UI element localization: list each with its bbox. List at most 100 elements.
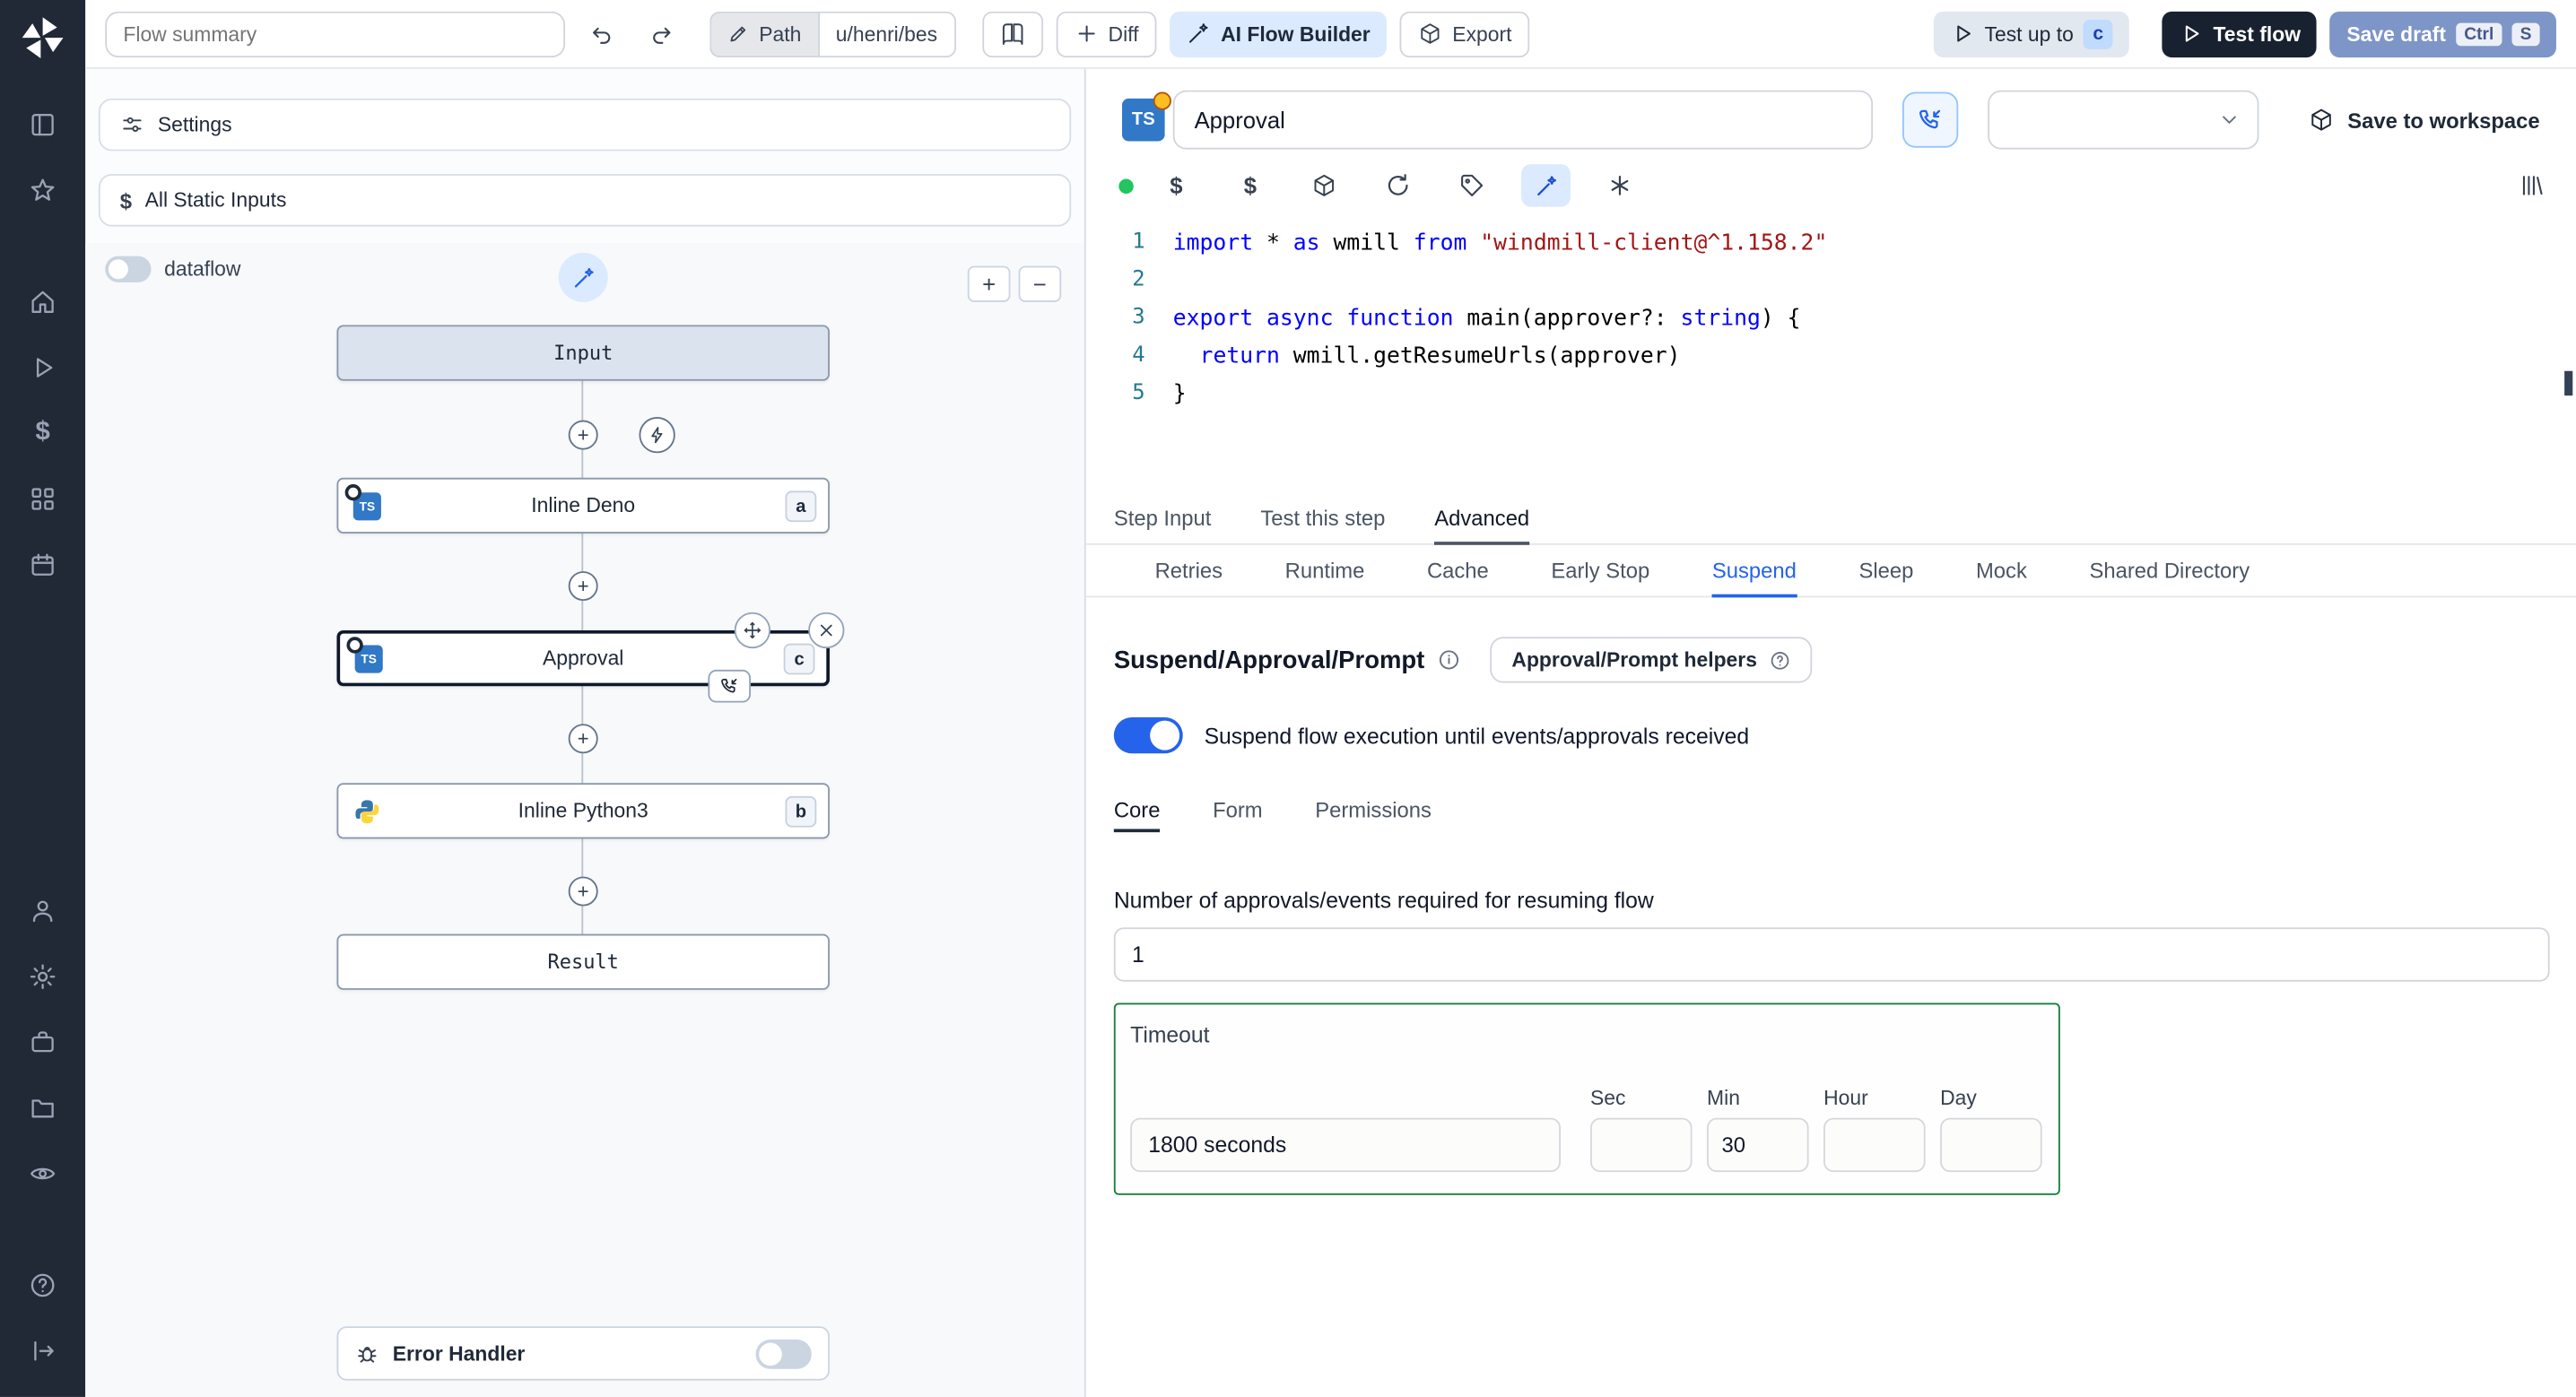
flow-node-result[interactable]: Result — [336, 933, 830, 990]
error-handler-toggle[interactable] — [755, 1338, 812, 1368]
timeout-seconds-input[interactable] — [1130, 1117, 1562, 1173]
zoom-out-button[interactable]: − — [1018, 265, 1062, 302]
node-label: Inline Python3 — [518, 799, 648, 823]
diff-button[interactable]: Diff — [1055, 10, 1157, 57]
editor-scroll-indicator[interactable] — [2564, 370, 2573, 396]
info-icon[interactable] — [1438, 648, 1461, 672]
tab-advanced[interactable]: Advanced — [1434, 492, 1530, 545]
approval-prompt-helpers-button[interactable]: Approval/Prompt helpers — [1490, 637, 1812, 683]
sidebar-user-icon[interactable] — [0, 878, 85, 943]
trigger-bolt-button[interactable] — [639, 416, 675, 454]
suspend-toggle[interactable] — [1113, 717, 1183, 754]
flow-settings-button[interactable]: Settings — [98, 98, 1072, 152]
package-icon[interactable] — [1310, 170, 1339, 200]
sidebar-star-icon[interactable] — [0, 158, 85, 223]
timeout-hour-input[interactable] — [1823, 1117, 1926, 1173]
sidebar-runs-icon[interactable] — [0, 334, 85, 400]
timeout-day-input[interactable] — [1940, 1117, 2042, 1173]
insert-step-button-2[interactable]: + — [568, 571, 598, 602]
zoom-in-button[interactable]: + — [967, 265, 1011, 302]
timeout-min-input[interactable] — [1707, 1117, 1809, 1173]
tag-select-dropdown[interactable] — [1988, 90, 2259, 150]
flow-node-inline-python3[interactable]: Inline Python3 b — [336, 783, 830, 839]
asterisk-icon[interactable] — [1605, 170, 1634, 200]
redo-button[interactable] — [638, 11, 683, 56]
sidebar-resources-icon[interactable] — [0, 466, 85, 532]
spinner-badge-icon — [344, 484, 361, 501]
undo-button[interactable] — [579, 11, 624, 56]
test-up-to-button[interactable]: Test up to c — [1933, 10, 2130, 57]
insert-step-button-3[interactable]: + — [568, 724, 598, 754]
variable-picker-icon[interactable]: $ — [1162, 170, 1191, 200]
tab-shared-directory[interactable]: Shared Directory — [2089, 545, 2250, 598]
node-id-badge: b — [785, 795, 817, 828]
tab-sleep[interactable]: Sleep — [1858, 545, 1913, 598]
sidebar-home-icon[interactable] — [0, 269, 85, 334]
delete-node-button[interactable] — [808, 612, 845, 649]
insert-step-button-4[interactable]: + — [568, 876, 598, 907]
save-to-workspace-button[interactable]: Save to workspace — [2308, 107, 2540, 133]
plus-icon — [1077, 25, 1094, 42]
error-handler-row[interactable]: Error Handler — [336, 1326, 830, 1381]
tab-mock[interactable]: Mock — [1976, 545, 2027, 598]
reload-icon[interactable] — [1383, 170, 1413, 200]
tab-cache[interactable]: Cache — [1427, 545, 1489, 598]
code-editor[interactable]: 1 import * as wmill from "windmill-client… — [1086, 213, 2576, 492]
test-flow-label: Test flow — [2213, 22, 2302, 46]
sidebar-collapse-icon[interactable] — [0, 1318, 85, 1384]
windmill-logo-icon[interactable] — [18, 13, 67, 63]
sidebar-toolbox-icon[interactable] — [0, 1010, 85, 1075]
ai-wand-button[interactable] — [558, 252, 608, 302]
sidebar-kanban-icon[interactable] — [0, 92, 85, 158]
typescript-icon: TS — [344, 484, 381, 521]
timeout-sec-input[interactable] — [1589, 1117, 1693, 1173]
sidebar-gear-icon[interactable] — [0, 944, 85, 1010]
flow-node-inline-deno[interactable]: TS Inline Deno a — [336, 477, 830, 534]
step-name-input[interactable] — [1172, 90, 1874, 150]
sidebar-variables-icon[interactable]: $ — [0, 401, 85, 466]
test-up-to-label: Test up to — [1984, 22, 2074, 46]
tab-early-stop[interactable]: Early Stop — [1551, 545, 1649, 598]
tab-test-this-step[interactable]: Test this step — [1260, 492, 1385, 545]
sidebar-help-icon[interactable] — [0, 1253, 85, 1318]
flow-node-approval[interactable]: TS Approval c — [336, 612, 845, 703]
tab-suspend[interactable]: Suspend — [1711, 545, 1797, 598]
subtab-permissions[interactable]: Permissions — [1315, 790, 1432, 833]
step-header: TS Save to workspace — [1086, 69, 2576, 158]
step-tabs: Step Input Test this step Advanced — [1085, 492, 2576, 545]
flow-node-input[interactable]: Input — [336, 325, 830, 381]
move-node-button[interactable] — [734, 612, 771, 649]
pencil-icon — [730, 26, 746, 42]
sidebar-folder-icon[interactable] — [0, 1075, 85, 1141]
approvals-count-input[interactable] — [1113, 927, 2550, 982]
sidebar-eye-icon[interactable] — [0, 1141, 85, 1206]
save-draft-button[interactable]: Save draft Ctrl S — [2330, 10, 2556, 57]
subtab-core[interactable]: Core — [1113, 790, 1161, 833]
resource-picker-icon[interactable]: $ — [1235, 170, 1265, 200]
export-label: Export — [1452, 22, 1512, 46]
suspend-phone-button[interactable] — [1902, 91, 1959, 148]
path-edit-segment[interactable]: Path — [709, 10, 818, 57]
test-flow-button[interactable]: Test flow — [2162, 10, 2318, 57]
save-to-workspace-label: Save to workspace — [2347, 107, 2540, 133]
subtab-form[interactable]: Form — [1213, 790, 1263, 833]
path-control[interactable]: Path u/henri/bes — [709, 10, 956, 57]
tab-retries[interactable]: Retries — [1155, 545, 1223, 598]
ai-flow-builder-button[interactable]: AI Flow Builder — [1170, 10, 1388, 57]
insert-step-button-1[interactable]: + — [568, 420, 598, 450]
library-icon[interactable] — [2517, 170, 2546, 200]
spinner-badge-icon — [346, 637, 363, 654]
dataflow-toggle[interactable] — [105, 256, 152, 282]
tag-icon[interactable] — [1458, 170, 1487, 200]
export-button[interactable]: Export — [1399, 10, 1530, 57]
book-button[interactable] — [981, 10, 1043, 57]
flow-summary-input[interactable] — [105, 10, 566, 57]
tab-runtime[interactable]: Runtime — [1285, 545, 1365, 598]
wand-icon — [1189, 23, 1208, 43]
sidebar-schedules-icon[interactable] — [0, 532, 85, 597]
tab-step-input[interactable]: Step Input — [1114, 492, 1212, 545]
move-icon — [744, 621, 761, 639]
all-static-inputs-button[interactable]: $ All Static Inputs — [98, 174, 1072, 227]
ai-assistant-icon[interactable] — [1521, 164, 1571, 207]
app-sidebar: $ — [0, 0, 86, 1397]
